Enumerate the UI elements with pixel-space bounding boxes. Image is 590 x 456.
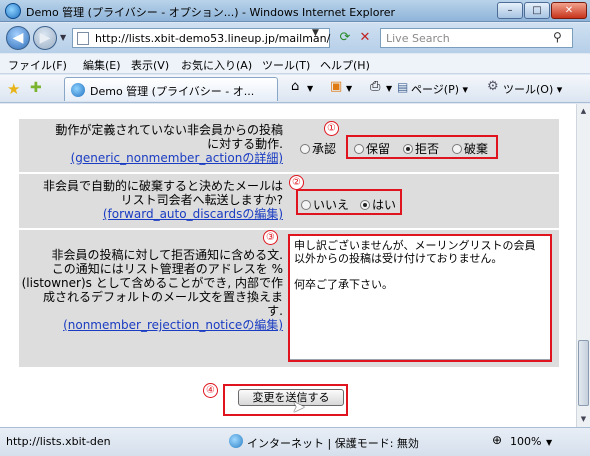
radio-approve[interactable] (300, 144, 310, 154)
marker-3: ③ (263, 230, 278, 245)
window-title: Demo 管理 (プライバシー - オプション...) - Windows In… (26, 6, 396, 19)
stop-icon: ✕ (359, 30, 371, 45)
setting-row-forward-auto-discards: 非会員で自動的に破棄すると決めたメールは リスト司会者へ転送しますか? (for… (18, 173, 560, 229)
page-icon: ▤ (397, 80, 409, 94)
print-dropdown-icon[interactable]: ▼ (386, 84, 392, 93)
close-button[interactable]: ✕ (551, 2, 587, 19)
mouse-cursor-icon: ➤ (292, 397, 306, 416)
title-bar: Demo 管理 (プライバシー - オプション...) - Windows In… (0, 0, 590, 22)
menu-tools[interactable]: ツール(T) (262, 57, 310, 73)
scroll-thumb[interactable] (578, 340, 589, 406)
url-text[interactable]: http://lists.xbit-demo53.lineup.jp/mailm… (95, 32, 330, 45)
page-menu-button[interactable]: ページ(P) ▾ (411, 81, 468, 97)
marker-1: ① (324, 121, 339, 136)
arrow-right-icon: ▶ (39, 30, 51, 46)
option-approve[interactable]: 承認 (300, 140, 336, 157)
stop-button[interactable]: ✕ (356, 29, 374, 47)
highlight-box-2 (296, 189, 402, 215)
highlight-box-1 (346, 135, 498, 159)
minimize-button[interactable]: – (497, 2, 523, 19)
menu-help[interactable]: ヘルプ(H) (320, 57, 370, 73)
marker-4: ④ (203, 383, 218, 398)
globe-icon (229, 434, 243, 448)
page-content: 動作が定義されていない非会員からの投稿 に対する動作. (generic_non… (0, 104, 576, 427)
zoom-dropdown-icon[interactable]: ▼ (546, 438, 552, 447)
gear-icon: ⚙ (487, 79, 499, 94)
scroll-down-icon[interactable]: ▼ (577, 412, 590, 426)
generic-nonmember-action-link[interactable]: (generic_nonmember_actionの詳細) (71, 151, 283, 165)
vertical-scrollbar[interactable]: ▲ ▼ (576, 104, 590, 427)
tools-menu-button[interactable]: ツール(O) ▾ (503, 81, 562, 97)
setting-label: 非会員で自動的に破棄すると決めたメールは リスト司会者へ転送しますか? (for… (42, 179, 283, 221)
feed-dropdown-icon[interactable]: ▼ (346, 84, 352, 93)
submit-changes-button[interactable]: 変更を送信する (238, 389, 344, 406)
menu-edit[interactable]: 編集(E) (83, 57, 121, 73)
url-dropdown-icon[interactable]: ▼ (312, 28, 319, 38)
favorites-star-icon[interactable]: ★ (7, 80, 20, 98)
menu-file[interactable]: ファイル(F) (8, 57, 67, 73)
setting-row-nonmember-action: 動作が定義されていない非会員からの投稿 に対する動作. (generic_non… (18, 118, 560, 173)
ie-logo-icon (5, 3, 21, 19)
zoom-icon: ⊕ (492, 433, 503, 447)
search-placeholder: Live Search (386, 32, 450, 45)
security-zone: インターネット | 保護モード: 無効 (247, 437, 419, 450)
status-url: http://lists.xbit-den (6, 435, 111, 448)
search-icon[interactable]: ⚲ (553, 30, 562, 44)
maximize-button[interactable]: □ (524, 2, 550, 19)
marker-2: ② (289, 175, 304, 190)
zoom-level[interactable]: 100% (510, 435, 541, 448)
setting-label: 非会員の投稿に対して拒否通知に含める文. この通知にはリスト管理者のアドレスを … (21, 248, 283, 332)
setting-row-rejection-notice: 非会員の投稿に対して拒否通知に含める文. この通知にはリスト管理者のアドレスを … (18, 229, 560, 368)
arrow-left-icon: ◀ (12, 30, 24, 46)
search-input[interactable]: Live Search ⚲ (380, 28, 573, 48)
refresh-icon: ⟳ (339, 30, 351, 45)
home-icon[interactable]: ⌂ (291, 79, 299, 94)
print-icon[interactable]: ⎙ (370, 79, 380, 94)
scroll-up-icon[interactable]: ▲ (577, 104, 590, 118)
setting-label: 動作が定義されていない非会員からの投稿 に対する動作. (generic_non… (55, 123, 283, 165)
menu-favorites[interactable]: お気に入り(A) (181, 57, 252, 73)
add-favorite-icon[interactable]: ✚ (30, 80, 42, 96)
menu-view[interactable]: 表示(V) (131, 57, 169, 73)
highlight-box-3 (288, 234, 552, 362)
url-input[interactable]: http://lists.xbit-demo53.lineup.jp/mailm… (72, 28, 330, 48)
tab-label: Demo 管理 (プライバシー - オ... (90, 85, 255, 98)
recent-pages-dropdown-icon[interactable]: ▼ (60, 33, 66, 42)
tab-demo-admin[interactable]: Demo 管理 (プライバシー - オ... (64, 77, 278, 101)
command-bar: ★ ✚ Demo 管理 (プライバシー - オ... ⌂ ▼ ▣ ▼ ⎙ ▼ ▤… (0, 75, 590, 103)
home-dropdown-icon[interactable]: ▼ (307, 84, 313, 93)
ie-page-icon (71, 83, 85, 97)
forward-auto-discards-link[interactable]: (forward_auto_discardsの編集) (103, 207, 283, 221)
status-bar: http://lists.xbit-den インターネット | 保護モード: 無… (0, 427, 590, 456)
address-bar: ◀ ▶ ▼ http://lists.xbit-demo53.lineup.jp… (0, 23, 590, 53)
back-button[interactable]: ◀ (6, 26, 30, 50)
refresh-button[interactable]: ⟳ (336, 29, 354, 47)
page-icon (77, 32, 89, 45)
rss-feed-icon[interactable]: ▣ (330, 79, 342, 94)
nonmember-rejection-notice-link[interactable]: (nonmember_rejection_noticeの編集) (63, 318, 283, 332)
menu-bar: ファイル(F) 編集(E) 表示(V) お気に入り(A) ツール(T) ヘルプ(… (0, 54, 590, 74)
forward-button[interactable]: ▶ (33, 26, 57, 50)
